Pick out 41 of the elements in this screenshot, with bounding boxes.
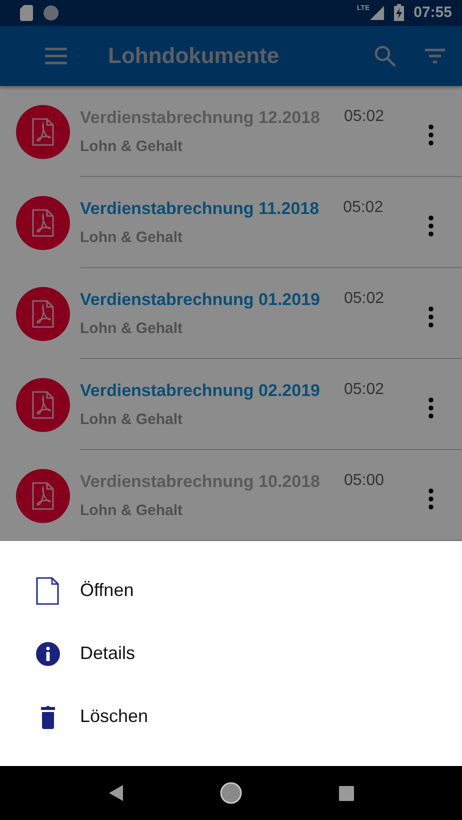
filter-icon [424, 48, 446, 64]
signal-icon [370, 6, 384, 20]
document-time: 05:02 [344, 290, 386, 308]
pdf-icon [16, 286, 70, 340]
document-time: 05:02 [343, 198, 384, 218]
document-category: Lohn & Gehalt [80, 320, 184, 336]
circle-icon [43, 4, 59, 21]
back-icon [108, 785, 122, 801]
pdf-icon [16, 196, 70, 250]
more-icon [428, 488, 434, 510]
menu-icon [44, 46, 68, 65]
recents-icon [338, 786, 354, 800]
search-icon [374, 44, 396, 67]
more-icon [428, 397, 434, 419]
document-category: Lohn & Gehalt [80, 410, 184, 428]
pdf-icon [16, 468, 70, 522]
home-icon [220, 782, 242, 804]
document-time: 05:02 [344, 108, 386, 126]
sd-card-icon [20, 4, 33, 21]
document-category: Lohn & Gehalt [80, 502, 184, 518]
more-icon [428, 215, 434, 237]
document-category: Lohn & Gehalt [80, 138, 184, 154]
battery-icon [394, 4, 404, 22]
toolbar-title: Lohndokumente [108, 42, 280, 69]
pdf-icon [16, 104, 70, 158]
dim-overlay[interactable] [0, 0, 462, 541]
sheet-action[interactable]: Details [0, 622, 462, 685]
pdf-icon [16, 378, 70, 432]
info-icon [36, 642, 60, 666]
more-icon [428, 306, 434, 328]
clock: 07:55 [414, 4, 452, 22]
document-title: Verdienstabrechnung 01.2019 [80, 290, 320, 310]
document-icon [36, 576, 60, 604]
document-time: 05:02 [344, 380, 386, 400]
more-icon [428, 124, 434, 146]
sheet-action[interactable]: Öffnen [0, 559, 462, 622]
document-time: 05:00 [344, 472, 386, 490]
document-title: Verdienstabrechnung 02.2019 [80, 380, 320, 400]
document-category: Lohn & Gehalt [80, 228, 184, 246]
sheet-action[interactable]: Löschen [0, 685, 462, 748]
document-title: Verdienstabrechnung 11.2018 [80, 198, 320, 218]
